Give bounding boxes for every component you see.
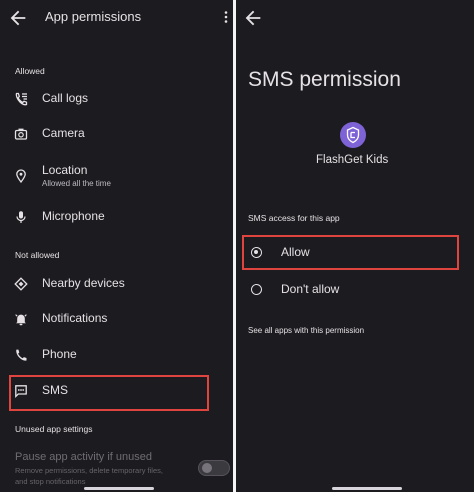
permission-item-microphone[interactable]: Microphone bbox=[0, 202, 233, 232]
permission-item-phone[interactable]: Phone bbox=[0, 340, 233, 370]
permission-item-nearby-devices[interactable]: Nearby devices bbox=[0, 269, 233, 299]
permission-status: Allowed all the time bbox=[42, 179, 111, 188]
permission-item-call-logs[interactable]: Call logs bbox=[0, 84, 233, 114]
permission-label: Notifications bbox=[42, 311, 108, 325]
app-permissions-screen: App permissions Allowed Call logs Camera… bbox=[0, 0, 233, 492]
microphone-icon bbox=[14, 210, 28, 224]
pause-app-activity-label: Pause app activity if unused bbox=[15, 451, 152, 463]
more-options-icon[interactable] bbox=[221, 10, 231, 24]
home-indicator bbox=[84, 487, 154, 490]
pause-app-activity-description: Remove permissions, delete temporary fil… bbox=[15, 466, 163, 475]
sms-access-section-header: SMS access for this app bbox=[248, 213, 340, 223]
location-icon bbox=[14, 169, 28, 184]
see-all-apps-link[interactable]: See all apps with this permission bbox=[248, 326, 364, 335]
back-arrow-icon[interactable] bbox=[242, 7, 264, 29]
permission-label: Phone bbox=[42, 347, 77, 361]
allow-highlight-box bbox=[242, 235, 459, 270]
radio-button-dont-allow[interactable] bbox=[251, 284, 262, 295]
toggle-knob bbox=[202, 463, 212, 473]
permission-item-location[interactable]: Location Allowed all the time bbox=[0, 158, 233, 194]
pause-app-activity-toggle[interactable] bbox=[198, 460, 230, 476]
permission-item-notifications[interactable]: Notifications bbox=[0, 304, 233, 334]
radio-option-dont-allow[interactable]: Don't allow bbox=[236, 274, 474, 304]
allowed-section-header: Allowed bbox=[15, 66, 45, 76]
permission-label: Nearby devices bbox=[42, 276, 125, 290]
home-indicator bbox=[332, 487, 402, 490]
page-title: SMS permission bbox=[248, 68, 401, 91]
phone-icon bbox=[14, 348, 28, 362]
nearby-devices-icon bbox=[14, 277, 28, 291]
camera-icon bbox=[14, 127, 28, 141]
permission-label: Call logs bbox=[42, 91, 89, 105]
flashget-kids-app-icon bbox=[340, 122, 366, 148]
not-allowed-section-header: Not allowed bbox=[15, 250, 60, 260]
permission-label: Microphone bbox=[42, 209, 105, 223]
notifications-icon bbox=[14, 312, 28, 326]
permission-label: Location bbox=[42, 163, 88, 177]
app-name: FlashGet Kids bbox=[316, 154, 389, 166]
call-log-icon bbox=[14, 92, 28, 106]
sms-highlight-box bbox=[9, 375, 209, 411]
permission-item-camera[interactable]: Camera bbox=[0, 119, 233, 149]
radio-label-dont-allow: Don't allow bbox=[281, 282, 340, 296]
unused-app-settings-header: Unused app settings bbox=[15, 424, 93, 434]
permission-label: Camera bbox=[42, 126, 85, 140]
back-arrow-icon[interactable] bbox=[7, 7, 29, 29]
page-title: App permissions bbox=[45, 9, 142, 24]
pause-app-activity-description-2: and stop notifications bbox=[15, 477, 86, 486]
